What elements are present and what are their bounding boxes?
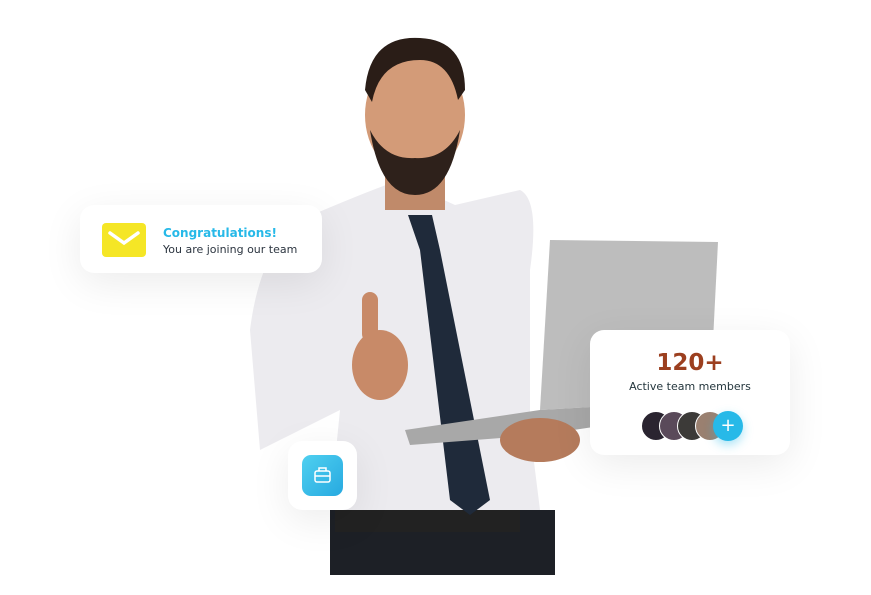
briefcase-badge — [288, 441, 357, 510]
add-member-button[interactable]: + — [713, 411, 743, 441]
envelope-icon — [102, 223, 146, 257]
team-label: Active team members — [629, 380, 751, 393]
team-count: 120+ — [656, 350, 724, 376]
briefcase-icon — [302, 455, 343, 496]
team-members-card: 120+ Active team members + — [590, 330, 790, 455]
congratulations-card: Congratulations! You are joining our tea… — [80, 205, 322, 273]
notification-subtitle: You are joining our team — [163, 243, 298, 256]
notification-title: Congratulations! — [163, 226, 277, 240]
